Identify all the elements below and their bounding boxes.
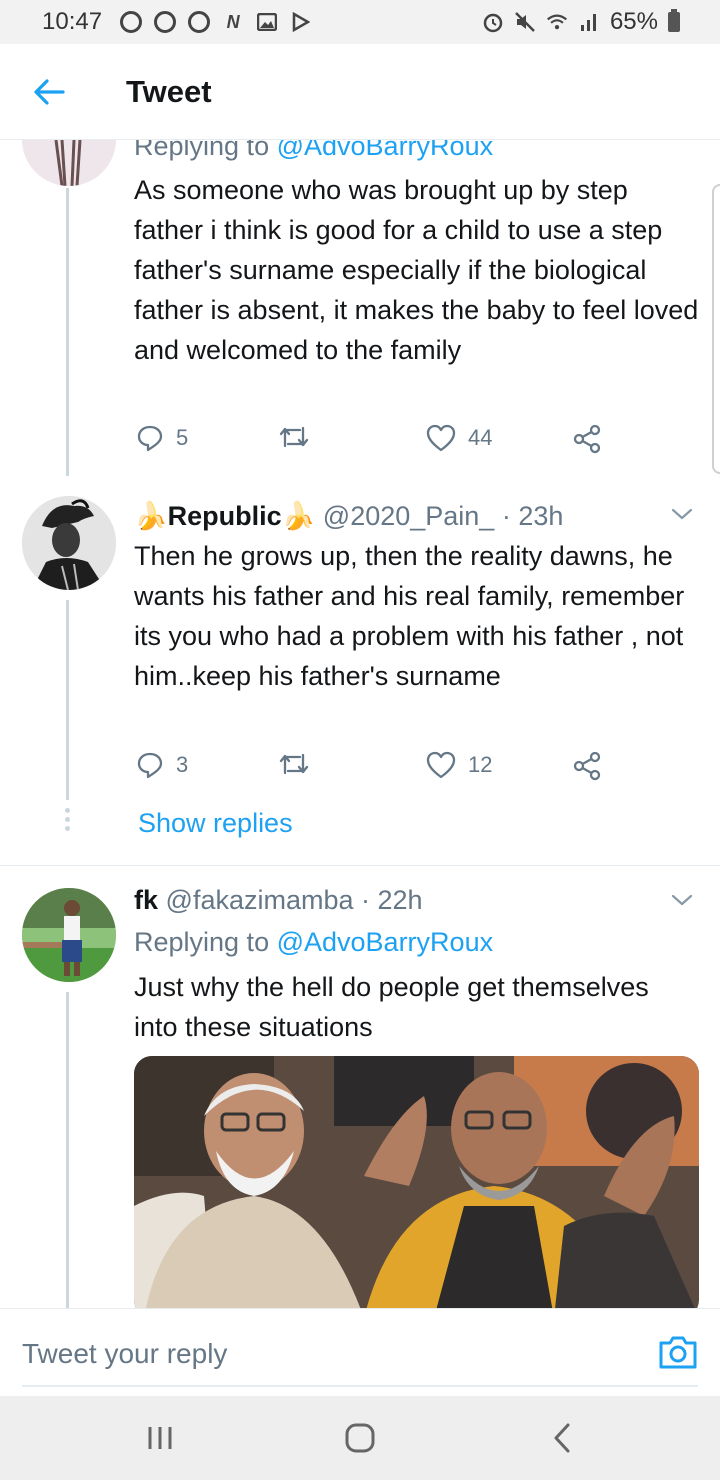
camera-icon[interactable] xyxy=(656,1331,700,1375)
recents-button[interactable] xyxy=(138,1418,182,1458)
tweet-meta: 🍌Republic🍌 @2020_Pain_ · 23h xyxy=(134,498,563,534)
share-button[interactable] xyxy=(572,424,602,454)
mute-icon xyxy=(514,11,536,33)
emoji-banana: 🍌 xyxy=(134,501,168,531)
system-nav-bar xyxy=(0,1396,720,1480)
tweet-actions: 3 12 xyxy=(136,751,606,787)
avatar[interactable] xyxy=(22,140,116,186)
tweet-actions: 5 44 xyxy=(136,424,606,460)
like-count: 12 xyxy=(468,752,493,777)
retweet-icon xyxy=(279,753,309,775)
tweet-time: · 22h xyxy=(361,885,423,915)
reply-button[interactable]: 5 xyxy=(136,424,188,452)
gallery-icon xyxy=(256,11,278,33)
more-replies-dots xyxy=(65,808,71,835)
like-button[interactable]: 44 xyxy=(426,424,492,452)
divider xyxy=(0,865,720,866)
status-right: 65% xyxy=(482,8,680,36)
notification-icon xyxy=(154,11,177,33)
tweet-text: As someone who was brought up by step fa… xyxy=(134,175,699,365)
emoji-banana: 🍌 xyxy=(281,501,316,531)
avatar[interactable] xyxy=(22,496,116,590)
tweet-meta: fk @fakazimamba · 22h xyxy=(134,882,423,918)
status-left: 10:47 N xyxy=(42,8,312,36)
like-button[interactable]: 12 xyxy=(426,751,492,779)
reply-icon xyxy=(137,752,163,779)
retweet-button[interactable] xyxy=(278,751,310,777)
replying-prefix: Replying to xyxy=(134,140,277,161)
user-handle[interactable]: @fakazimamba xyxy=(166,885,354,915)
home-icon xyxy=(345,1423,375,1453)
chevron-down-icon[interactable] xyxy=(670,502,694,526)
heart-icon xyxy=(426,424,456,452)
chevron-down-icon[interactable] xyxy=(670,888,694,912)
play-icon xyxy=(290,11,312,33)
share-button[interactable] xyxy=(572,751,602,781)
reply-input[interactable] xyxy=(22,1329,622,1379)
back-icon xyxy=(554,1423,570,1453)
thread-line xyxy=(66,992,69,1308)
retweet-button[interactable] xyxy=(278,424,310,450)
input-underline xyxy=(22,1385,698,1387)
page-title: Tweet xyxy=(126,73,212,109)
app-header: Tweet xyxy=(0,44,720,140)
back-nav-button[interactable] xyxy=(540,1418,584,1458)
signal-icon xyxy=(578,11,600,33)
replying-to: Replying to @AdvoBarryRoux xyxy=(134,924,493,960)
mention-link[interactable]: @AdvoBarryRoux xyxy=(277,927,494,957)
mention-link[interactable]: @AdvoBarryRoux xyxy=(277,140,494,161)
replying-to: Replying to @AdvoBarryRoux xyxy=(134,140,493,164)
like-count: 44 xyxy=(468,425,493,450)
back-button[interactable] xyxy=(17,60,81,124)
user-handle[interactable]: @2020_Pain_ xyxy=(323,501,495,531)
reply-icon xyxy=(137,425,163,452)
display-name[interactable]: Republic xyxy=(168,501,282,531)
tweet-media-photo[interactable] xyxy=(134,1056,699,1308)
battery-icon xyxy=(668,9,680,32)
back-arrow-icon xyxy=(34,78,65,105)
notification-icon xyxy=(188,11,211,33)
retweet-icon xyxy=(279,426,309,448)
recents-icon xyxy=(148,1427,172,1449)
status-bar: 10:47 N 65% xyxy=(0,0,720,44)
thread-line xyxy=(66,188,69,476)
avatar[interactable] xyxy=(22,888,116,982)
status-time: 10:47 xyxy=(42,8,103,35)
display-name[interactable]: fk xyxy=(134,885,158,915)
share-icon xyxy=(573,424,601,454)
tweet-text: Just why the hell do people get themselv… xyxy=(134,972,649,1042)
thread-line xyxy=(66,600,69,800)
wifi-icon xyxy=(546,11,568,33)
reply-count: 3 xyxy=(176,752,189,777)
reply-composer xyxy=(0,1308,720,1396)
alarm-icon xyxy=(482,11,504,33)
home-button[interactable] xyxy=(338,1418,382,1458)
heart-icon xyxy=(426,751,456,779)
reply-count: 5 xyxy=(176,425,189,450)
replying-prefix: Replying to xyxy=(134,927,277,957)
nfc-icon: N xyxy=(226,11,240,32)
battery-percent: 65% xyxy=(609,8,658,35)
tweet-text: Then he grows up, then the reality dawns… xyxy=(134,541,685,691)
tweet-time: · 23h xyxy=(501,501,564,531)
share-icon xyxy=(573,751,601,781)
show-replies-link[interactable]: Show replies xyxy=(138,808,293,839)
reply-button[interactable]: 3 xyxy=(136,751,188,779)
notification-icon xyxy=(120,11,143,33)
tweet-thread[interactable]: Replying to @AdvoBarryRoux As someone wh… xyxy=(0,140,720,1308)
